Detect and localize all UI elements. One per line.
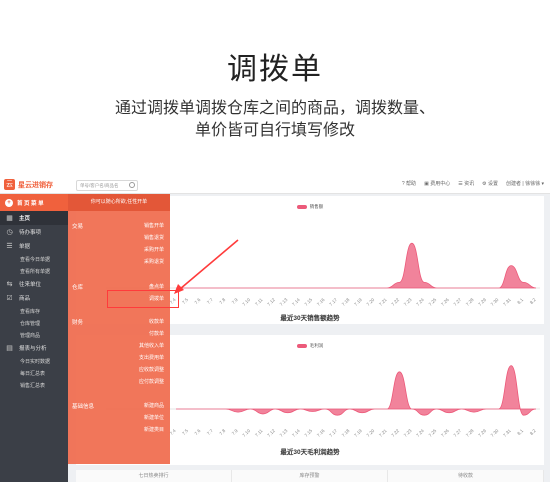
annotation-arrow	[174, 239, 239, 294]
arrow-head	[174, 284, 184, 294]
arrow-line	[179, 239, 239, 290]
promo-page: 调拨单 通过调拨单调拨仓库之间的商品，调拨数量、 单价皆可自行填写修改 云 星云…	[0, 0, 550, 482]
